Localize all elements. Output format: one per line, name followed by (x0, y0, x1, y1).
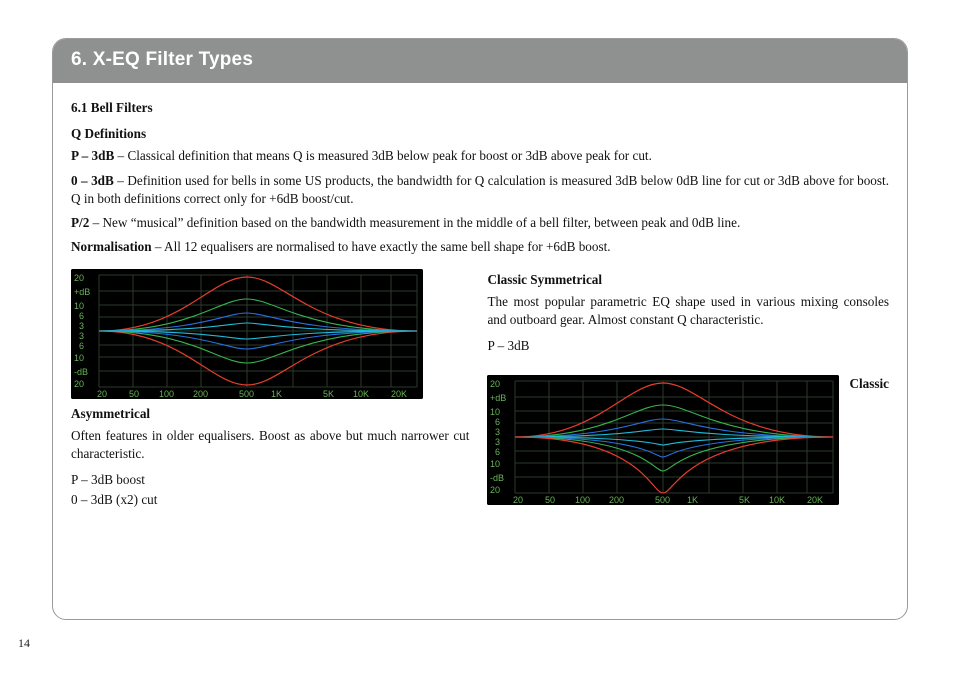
svg-text:10: 10 (490, 407, 500, 417)
svg-text:20: 20 (490, 379, 500, 389)
definition-p3db: P – 3dB – Classical definition that mean… (71, 147, 889, 165)
svg-text:+dB: +dB (490, 393, 506, 403)
svg-text:200: 200 (193, 389, 208, 399)
definition-text: – All 12 equalisers are normalised to ha… (152, 239, 611, 254)
term: P/2 (71, 215, 89, 230)
term: Normalisation (71, 239, 152, 254)
svg-text:200: 200 (609, 495, 624, 505)
svg-text:6: 6 (79, 341, 84, 351)
svg-text:3: 3 (79, 321, 84, 331)
svg-text:20K: 20K (391, 389, 407, 399)
svg-text:10: 10 (74, 301, 84, 311)
asymmetrical-note-1: P – 3dB boost (71, 471, 469, 489)
definition-p2: P/2 – New “musical” definition based on … (71, 214, 889, 232)
svg-text:3: 3 (79, 331, 84, 341)
right-col: Classic Symmetrical The most popular par… (487, 267, 889, 512)
definition-text: – New “musical” definition based on the … (89, 215, 740, 230)
figures-row: 20 +dB 10 6 3 3 6 10 -dB 20 20 50 100 20… (71, 267, 889, 512)
term: P – 3dB (71, 148, 114, 163)
page: 6. X-EQ Filter Types 6.1 Bell Filters Q … (0, 0, 954, 675)
asymmetrical-desc: Often features in older equalisers. Boos… (71, 427, 469, 463)
left-col: 20 +dB 10 6 3 3 6 10 -dB 20 20 50 100 20… (71, 267, 469, 512)
svg-text:-dB: -dB (490, 473, 504, 483)
svg-text:6: 6 (79, 311, 84, 321)
svg-text:20: 20 (490, 485, 500, 495)
svg-text:5K: 5K (323, 389, 334, 399)
section-header: 6. X-EQ Filter Types (53, 39, 907, 83)
definition-0-3db: 0 – 3dB – Definition used for bells in s… (71, 172, 889, 208)
svg-text:5K: 5K (739, 495, 750, 505)
svg-text:10: 10 (74, 353, 84, 363)
svg-text:20: 20 (74, 273, 84, 283)
chart-classic-asymmetrical: 20 +dB 10 6 3 3 6 10 -dB 20 20 50 (487, 375, 839, 505)
definition-text: – Definition used for bells in some US p… (71, 173, 889, 206)
svg-text:-dB: -dB (74, 367, 88, 377)
svg-text:100: 100 (159, 389, 174, 399)
svg-text:3: 3 (495, 427, 500, 437)
classic-symmetrical-note: P – 3dB (487, 337, 889, 355)
svg-text:10K: 10K (769, 495, 785, 505)
svg-text:+dB: +dB (74, 287, 90, 297)
classic-symmetrical-title: Classic Symmetrical (487, 271, 889, 289)
svg-text:1K: 1K (271, 389, 282, 399)
definition-normalisation: Normalisation – All 12 equalisers are no… (71, 238, 889, 256)
svg-text:20: 20 (97, 389, 107, 399)
page-number: 14 (18, 636, 30, 651)
svg-text:10: 10 (490, 459, 500, 469)
section-body: 6.1 Bell Filters Q Definitions P – 3dB –… (53, 83, 907, 526)
svg-text:6: 6 (495, 447, 500, 457)
svg-text:100: 100 (575, 495, 590, 505)
svg-text:3: 3 (495, 437, 500, 447)
definition-text: – Classical definition that means Q is m… (114, 148, 652, 163)
term: 0 – 3dB (71, 173, 114, 188)
svg-text:500: 500 (655, 495, 670, 505)
svg-text:10K: 10K (353, 389, 369, 399)
asymmetrical-title: Asymmetrical (71, 405, 469, 423)
asymmetrical-note-2: 0 – 3dB (x2) cut (71, 491, 469, 509)
chart-classic-symmetrical: 20 +dB 10 6 3 3 6 10 -dB 20 20 50 100 20… (71, 269, 423, 399)
q-definitions-title: Q Definitions (71, 125, 889, 143)
classic-tag: Classic (849, 375, 889, 393)
svg-text:20: 20 (513, 495, 523, 505)
classic-symmetrical-desc: The most popular parametric EQ shape use… (487, 293, 889, 329)
svg-text:1K: 1K (687, 495, 698, 505)
asym-figure-row: 20 +dB 10 6 3 3 6 10 -dB 20 20 50 (487, 373, 889, 511)
svg-text:50: 50 (129, 389, 139, 399)
content-card: 6. X-EQ Filter Types 6.1 Bell Filters Q … (52, 38, 908, 620)
svg-text:20: 20 (74, 379, 84, 389)
svg-text:20K: 20K (807, 495, 823, 505)
svg-text:50: 50 (545, 495, 555, 505)
svg-text:6: 6 (495, 417, 500, 427)
subsection-title: 6.1 Bell Filters (71, 99, 889, 117)
svg-text:500: 500 (239, 389, 254, 399)
